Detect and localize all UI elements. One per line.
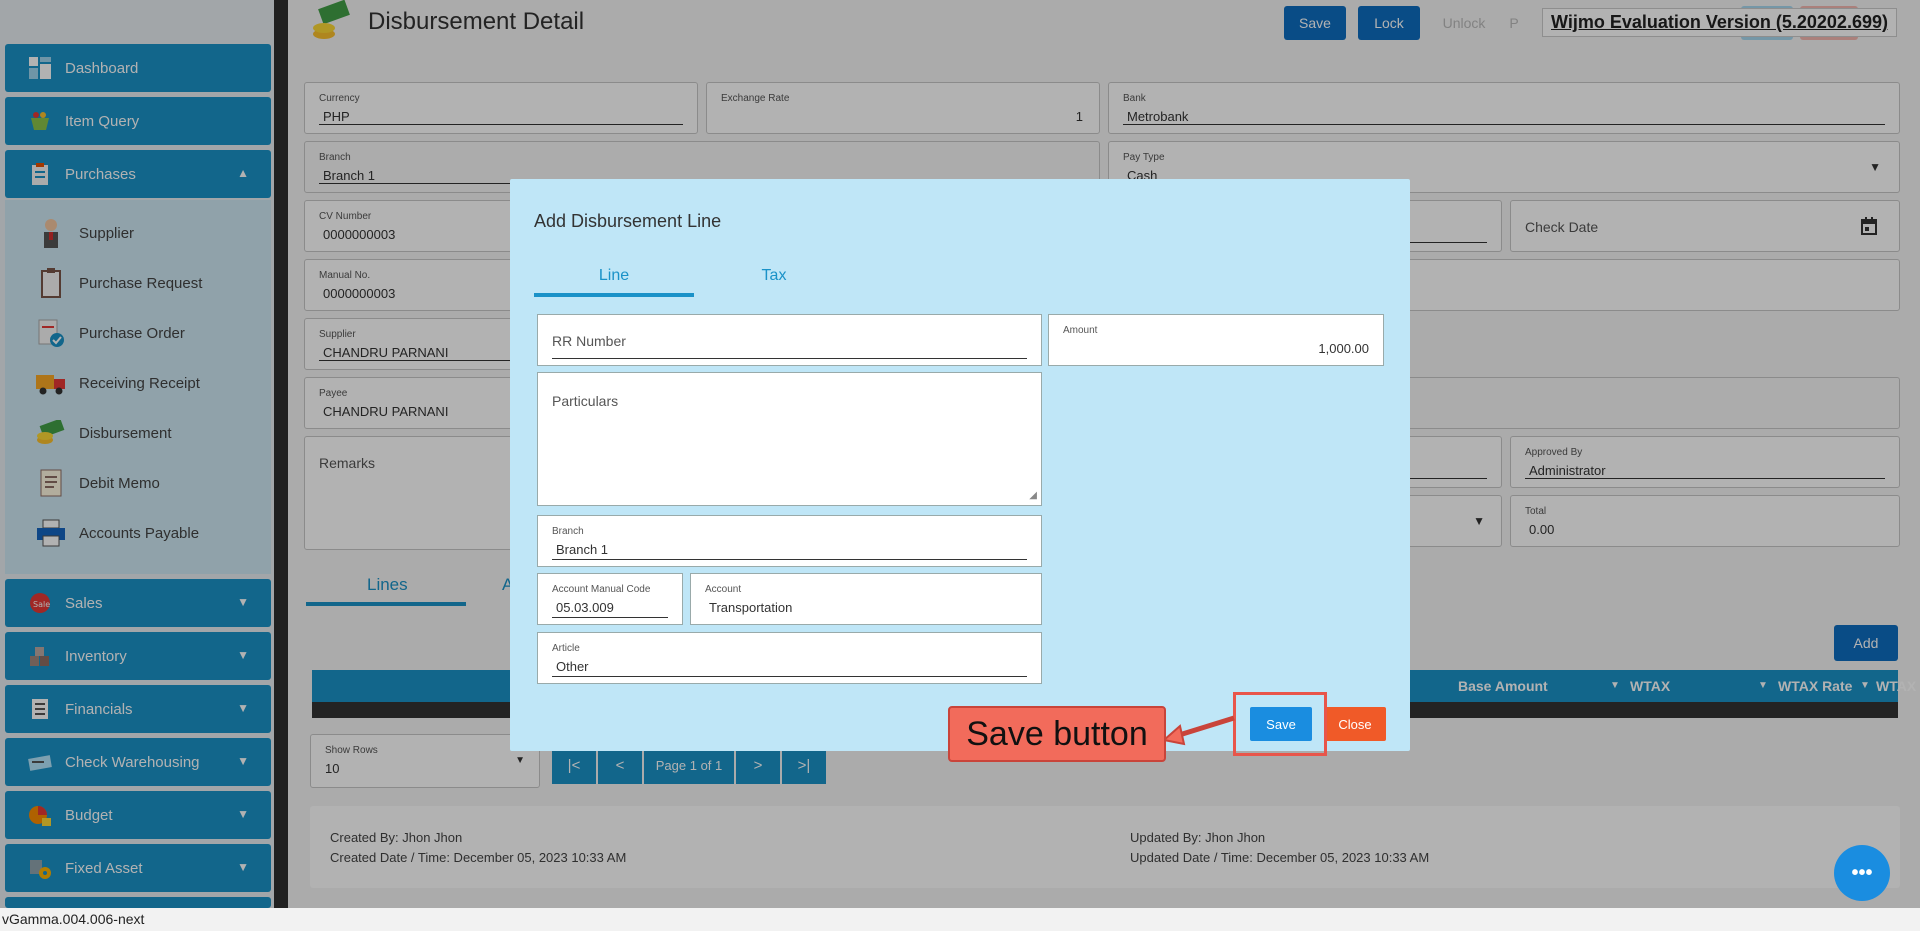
more-options-fab[interactable]: ••• [1834,845,1890,901]
field-placeholder: Particulars [552,393,619,409]
save-button-callout: Save button [948,706,1166,762]
version-label: vGamma.004.006-next [0,908,1920,931]
field-underline [552,358,1027,359]
add-disbursement-line-modal: Add Disbursement Line Line Tax RR Number… [510,179,1410,751]
account-manual-code-input[interactable]: Account Manual Code 05.03.009 [537,573,683,625]
save-button-highlight [1233,692,1327,756]
account-input[interactable]: Account Transportation [690,573,1042,625]
article-select[interactable]: Article Other [537,632,1042,684]
modal-title: Add Disbursement Line [534,211,722,231]
field-underline [552,676,1027,677]
tab-tax[interactable]: Tax [694,267,854,285]
field-label: Account [705,584,742,595]
modal-close-button[interactable]: Close [1324,707,1386,741]
field-label: Article [552,643,580,654]
field-underline [552,559,1027,560]
field-value: Branch 1 [556,542,609,557]
resize-handle-icon[interactable]: ◢ [1029,490,1037,501]
field-label: Branch [552,526,584,537]
rr-number-input[interactable]: RR Number [537,314,1042,366]
field-value: 05.03.009 [556,600,614,615]
tab-line[interactable]: Line [534,267,694,285]
field-label: Account Manual Code [552,584,651,595]
callout-arrow-icon [1161,715,1235,746]
field-value: Transportation [709,600,793,615]
tab-line-underline [534,293,694,297]
field-value: 1,000.00 [1318,341,1369,356]
particulars-textarea[interactable]: Particulars ◢ [537,372,1042,506]
modal-branch-select[interactable]: Branch Branch 1 [537,515,1042,567]
field-underline [552,617,668,618]
amount-input[interactable]: Amount 1,000.00 [1048,314,1384,366]
field-label: Amount [1063,325,1098,336]
app-root: Dashboard Item Query Purchases ▲ Supplie… [0,0,1920,931]
field-placeholder: RR Number [552,333,626,349]
field-value: Other [556,659,589,674]
